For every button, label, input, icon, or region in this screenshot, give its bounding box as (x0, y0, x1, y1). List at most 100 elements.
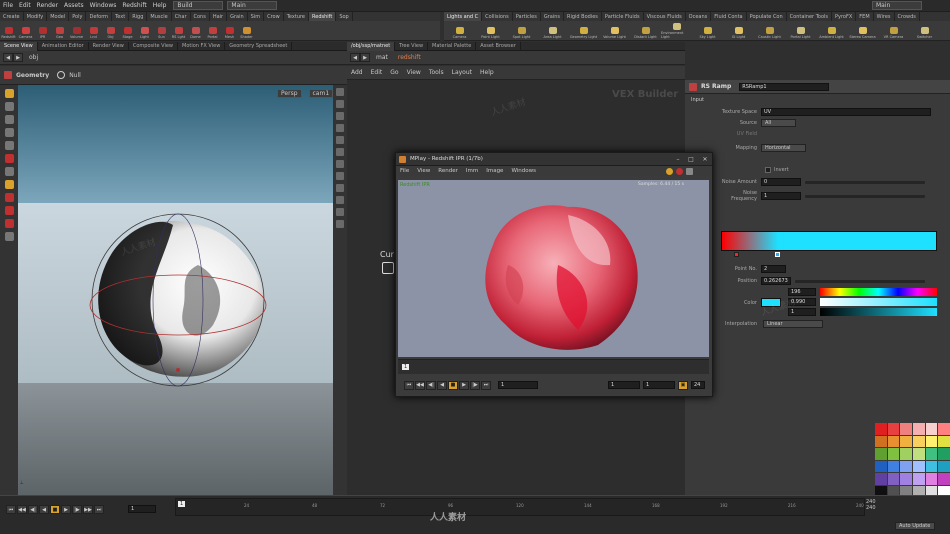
net-menu-4[interactable]: Tools (425, 69, 448, 76)
shelf-tab-right-0[interactable]: Lights and C (444, 12, 483, 21)
mplay-menu-5[interactable]: Windows (507, 168, 540, 174)
left-pane-tab-5[interactable]: Geometry Spreadsheet (225, 41, 293, 51)
shelf-tab-4[interactable]: Deform (86, 12, 113, 21)
palette-swatch-9[interactable] (913, 435, 925, 447)
menu-edit[interactable]: Edit (16, 2, 34, 9)
minimize-icon[interactable]: – (672, 156, 684, 163)
snapshot-icon[interactable] (336, 220, 344, 228)
shelf-tool-right-3[interactable]: Area Light (537, 27, 568, 40)
net-menu-6[interactable]: Help (476, 69, 498, 76)
shelf-tool-5[interactable]: Lnd (85, 27, 102, 40)
shelf-tool-right-0[interactable]: Camera (444, 27, 475, 40)
center-pane-tab-0[interactable]: /obj/ssp/matnet (347, 41, 396, 51)
range-end-b[interactable]: 240 (866, 505, 876, 511)
network-node-label[interactable]: Cur (380, 250, 394, 259)
position-slider[interactable] (795, 279, 925, 283)
camera-dropdown[interactable]: cam1 (308, 89, 333, 98)
texture-space-field[interactable]: UV (761, 108, 931, 116)
mp-prevkey-icon[interactable]: ◀◀ (415, 380, 425, 390)
shelf-tab-right-8[interactable]: Fluid Conta (711, 12, 747, 21)
palette-swatch-4[interactable] (925, 423, 938, 435)
net-back-icon[interactable]: ◀ (350, 53, 360, 62)
shelf-tool-right-7[interactable]: Environment Light (661, 23, 692, 40)
hue-slider[interactable] (820, 288, 937, 296)
stop-icon[interactable]: ■ (50, 505, 60, 514)
persp-dropdown[interactable]: Persp (277, 89, 302, 98)
maximize-icon[interactable]: □ (684, 156, 698, 163)
shelf-tab-right-2[interactable]: Particles (513, 12, 541, 21)
mplay-menu-1[interactable]: View (413, 168, 434, 174)
palette-swatch-17[interactable] (938, 448, 950, 460)
palette-swatch-5[interactable] (938, 423, 950, 435)
interpolation-dropdown[interactable]: Linear (763, 320, 823, 328)
shelf-tool-right-9[interactable]: GI Light (723, 27, 754, 40)
select-tool-icon[interactable] (4, 89, 14, 98)
palette-swatch-13[interactable] (887, 448, 900, 460)
center-pane-tab-3[interactable]: Asset Browser (476, 41, 521, 51)
shelf-tab-3[interactable]: Poly (69, 12, 87, 21)
palette-swatch-18[interactable] (875, 460, 887, 472)
shelf-tool-4[interactable]: Volume (68, 27, 85, 40)
normals-icon[interactable] (336, 136, 344, 144)
shelf-tool-1[interactable]: Camera (17, 27, 34, 40)
snap-tool-icon[interactable] (4, 180, 14, 189)
render-region-icon[interactable] (4, 232, 14, 241)
stop-render-icon[interactable] (676, 168, 683, 175)
ramp-key-red[interactable] (734, 252, 739, 257)
center-pane-tab-2[interactable]: Material Palette (428, 41, 477, 51)
net-menu-5[interactable]: Layout (448, 69, 476, 76)
shelf-tab-right-11[interactable]: PyroFX (832, 12, 857, 21)
shelf-tab-2[interactable]: Model (47, 12, 70, 21)
shelf-tool-13[interactable]: Mesh (221, 27, 238, 40)
shelf-tab-right-12[interactable]: FEM (856, 12, 874, 21)
palette-swatch-26[interactable] (900, 473, 912, 485)
shelf-tool-12[interactable]: Portal (204, 27, 221, 40)
shelf-tool-7[interactable]: Stage (119, 27, 136, 40)
points-icon[interactable] (336, 148, 344, 156)
palette-swatch-28[interactable] (925, 473, 938, 485)
net-path-node[interactable]: redshift (398, 54, 421, 61)
palette-swatch-0[interactable] (875, 423, 887, 435)
palette-swatch-14[interactable] (900, 448, 912, 460)
render-icon[interactable] (666, 168, 673, 175)
shelf-tab-6[interactable]: Rigg (129, 12, 148, 21)
shelf-tab-5[interactable]: Text (112, 12, 130, 21)
menu-render[interactable]: Render (34, 2, 61, 9)
shelf-tab-13[interactable]: Crow (264, 12, 284, 21)
shelf-tool-right-11[interactable]: Portal Light (785, 27, 816, 40)
net-menu-0[interactable]: Add (347, 69, 367, 76)
mp-range-end[interactable]: 1 (643, 381, 675, 389)
shelf-tab-right-6[interactable]: Viscous Fluids (644, 12, 686, 21)
camera-icon[interactable] (336, 184, 344, 192)
shelf-tool-8[interactable]: Light (136, 27, 153, 40)
position-field[interactable]: 0.262673 (761, 277, 791, 285)
next-frame-icon[interactable]: |▶ (72, 505, 82, 514)
mplay-menu-3[interactable]: Imm (462, 168, 482, 174)
menu-assets[interactable]: Assets (61, 2, 87, 9)
mplay-frame-marker[interactable]: 1 (402, 364, 410, 370)
viewport-context[interactable]: Geometry (16, 72, 49, 79)
palette-swatch-19[interactable] (887, 460, 900, 472)
mapping-dropdown[interactable]: Horizontal (761, 144, 806, 152)
rotate-tool-icon[interactable] (4, 115, 14, 124)
net-menu-1[interactable]: Edit (367, 69, 387, 76)
shelf-tab-10[interactable]: Hair (210, 12, 228, 21)
palette-swatch-8[interactable] (900, 435, 912, 447)
shelf-tab-right-1[interactable]: Collisions (482, 12, 513, 21)
param-tab-input[interactable]: Input (691, 97, 704, 103)
node-name-field[interactable]: RSRamp1 (739, 82, 830, 91)
right-main-dropdown[interactable]: Main (872, 1, 922, 10)
left-pane-tab-0[interactable]: Scene View (0, 41, 38, 51)
peak-tool-icon[interactable] (4, 219, 14, 228)
palette-swatch-15[interactable] (913, 448, 925, 460)
move-tool-icon[interactable] (4, 102, 14, 111)
palette-swatch-10[interactable] (925, 435, 938, 447)
color-ramp[interactable] (721, 231, 937, 251)
visibility-icon[interactable] (336, 208, 344, 216)
shaded-icon[interactable] (336, 112, 344, 120)
ramp-key-cyan[interactable] (775, 252, 780, 257)
grid-icon[interactable] (336, 172, 344, 180)
net-path-root[interactable]: mat (376, 54, 388, 61)
palette-swatch-6[interactable] (875, 435, 887, 447)
color-v-field[interactable]: 1 (788, 308, 816, 316)
